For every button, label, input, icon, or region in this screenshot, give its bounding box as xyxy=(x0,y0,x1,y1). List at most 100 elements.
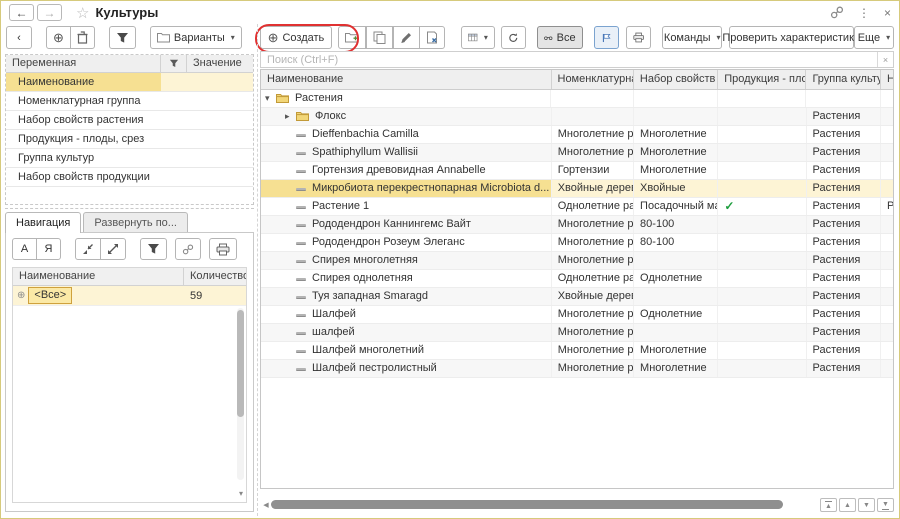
sort-desc-button[interactable]: Я xyxy=(36,238,61,260)
variable-row[interactable]: Продукция - плоды, срез xyxy=(6,130,253,149)
row-name-text: Микробиота перекрестнопарная Microbiota … xyxy=(312,180,549,197)
column-header-value[interactable]: Значение xyxy=(187,55,253,72)
column-header-variable[interactable]: Переменная xyxy=(6,55,161,72)
expand-node-icon[interactable]: ⊕ xyxy=(17,290,25,301)
column-header-5[interactable]: Набор свойств п. xyxy=(881,70,893,89)
column-settings-button[interactable]: ▾ xyxy=(461,26,494,49)
table-row[interactable]: ШалфейМноголетние ра...ОднолетниеРастени… xyxy=(261,306,893,324)
link-icon[interactable] xyxy=(830,6,844,19)
scrollbar-thumb[interactable] xyxy=(271,500,783,509)
commands-dropdown-button[interactable]: Команды▾ xyxy=(662,26,722,49)
menu-dots-icon[interactable]: ⋮ xyxy=(858,6,870,20)
print-navigation-button[interactable] xyxy=(209,238,237,260)
add-variable-button[interactable]: ⊕ xyxy=(46,26,71,49)
more-dropdown-button[interactable]: Еще▾ xyxy=(854,26,894,49)
scroll-left-arrow[interactable]: ◀ xyxy=(261,501,271,509)
column-header-count[interactable]: Количество xyxy=(184,268,246,285)
back-button[interactable]: ← xyxy=(9,4,34,21)
sort-asc-button[interactable]: А xyxy=(12,238,37,260)
horizontal-scrollbar[interactable]: ◀ ▶ xyxy=(261,499,831,510)
variable-row[interactable]: Набор свойств продукции xyxy=(6,168,253,187)
left-tabs: Навигация Развернуть по... xyxy=(5,212,254,233)
filter-variables-button[interactable] xyxy=(109,26,136,49)
table-row[interactable]: Рододендрон Каннингемс ВайтМноголетние р… xyxy=(261,216,893,234)
expand-all-button[interactable] xyxy=(100,238,126,260)
table-row[interactable]: Микробиота перекрестнопарная Microbiota … xyxy=(261,180,893,198)
close-button[interactable]: × xyxy=(884,6,891,20)
collapse-all-button[interactable] xyxy=(75,238,101,260)
row-name-text: Спирея однолетняя xyxy=(312,270,413,287)
copy-button[interactable] xyxy=(366,26,393,49)
copy-icon xyxy=(373,31,386,44)
variable-filter-cell xyxy=(161,168,187,186)
go-last-button[interactable]: ▼ xyxy=(877,498,894,512)
table-row[interactable]: ▾Растения xyxy=(261,90,893,108)
navigation-row-all[interactable]: ⊕ <Все> 59 xyxy=(13,286,246,306)
favorite-star-icon[interactable]: ☆ xyxy=(76,4,89,22)
column-header-0[interactable]: Наименование xyxy=(261,70,552,89)
column-header-name[interactable]: Наименование xyxy=(13,268,184,285)
table-row[interactable]: Рододендрон Розеум ЭлегансМноголетние ра… xyxy=(261,234,893,252)
delete-variable-button[interactable] xyxy=(70,26,95,49)
show-all-toggle[interactable]: Все xyxy=(537,26,582,49)
row-group-cell: Растения xyxy=(807,288,882,305)
column-header-4[interactable]: Группа культур xyxy=(806,70,881,89)
table-row[interactable]: Dieffenbachia CamillaМноголетние ра...Мн… xyxy=(261,126,893,144)
variable-row[interactable]: Номенклатурная группа xyxy=(6,92,253,111)
horizontal-splitter[interactable] xyxy=(5,208,254,209)
search-input[interactable] xyxy=(261,54,877,66)
variable-value xyxy=(187,168,253,186)
print-button[interactable] xyxy=(626,26,651,49)
tab-navigation[interactable]: Навигация xyxy=(5,212,81,233)
column-header-3[interactable]: Продукция - плоды, срез xyxy=(718,70,806,89)
table-corner-button[interactable]: ▾ xyxy=(239,489,243,498)
collapse-node-icon[interactable]: ▾ xyxy=(265,90,276,107)
filter-navigation-button[interactable] xyxy=(140,238,167,260)
set-interval-toggle[interactable] xyxy=(594,26,619,49)
row-nomenclature-cell: Хвойные дерев... xyxy=(552,288,634,305)
column-header-1[interactable]: Номенклатурна... xyxy=(552,70,634,89)
mark-deletion-button[interactable] xyxy=(419,26,445,49)
table-row[interactable]: Растение 1Однолетние ра...Посадочный ма.… xyxy=(261,198,893,216)
variable-row[interactable]: Набор свойств растения xyxy=(6,111,253,130)
collapse-panel-button[interactable]: ‹ xyxy=(6,26,32,49)
column-header-2[interactable]: Набор свойств ... xyxy=(634,70,718,89)
check-characteristics-button[interactable]: Проверить характеристики xyxy=(729,26,854,49)
search-clear-button[interactable]: × xyxy=(877,52,893,67)
refresh-button[interactable] xyxy=(501,26,526,49)
edit-button[interactable] xyxy=(393,26,420,49)
row-group-cell: Растения xyxy=(807,234,882,251)
go-first-button[interactable]: ▲ xyxy=(820,498,837,512)
variable-row[interactable]: Наименование xyxy=(6,73,253,92)
navigation-vscrollbar[interactable] xyxy=(237,308,244,480)
table-row[interactable]: Гортензия древовидная AnnabelleГортензии… xyxy=(261,162,893,180)
table-row[interactable]: Шалфей многолетнийМноголетние ра...Много… xyxy=(261,342,893,360)
item-icon xyxy=(296,296,306,299)
page-up-button[interactable]: ▲ xyxy=(839,498,856,512)
row-nomenclature-cell: Многолетние ра... xyxy=(552,234,634,251)
table-row[interactable]: Туя западная SmaragdХвойные дерев...Раст… xyxy=(261,288,893,306)
table-row[interactable]: ▸ФлоксРастения xyxy=(261,108,893,126)
create-group-button[interactable] xyxy=(338,26,366,49)
row-production-cell: ✓ xyxy=(718,198,806,215)
table-row[interactable]: Спирея однолетняяОднолетние ра...Однолет… xyxy=(261,270,893,288)
vertical-splitter[interactable] xyxy=(257,24,258,516)
table-row[interactable]: Шалфей пестролистныйМноголетние ра...Мно… xyxy=(261,360,893,378)
column-header-filter[interactable] xyxy=(161,55,187,72)
table-row[interactable]: Спирея многолетняяМноголетние ра...Расте… xyxy=(261,252,893,270)
create-button[interactable]: ⊕ Создать xyxy=(260,26,332,49)
variants-dropdown-button[interactable]: Варианты▾ xyxy=(150,26,242,49)
forward-button[interactable]: → xyxy=(37,4,62,21)
tab-expand-by[interactable]: Развернуть по... xyxy=(83,212,188,233)
table-row[interactable]: Spathiphyllum WallisiiМноголетние ра...М… xyxy=(261,144,893,162)
row-props-cell: Многолетние xyxy=(634,162,718,179)
item-icon xyxy=(296,332,306,335)
scrollbar-thumb[interactable] xyxy=(237,310,244,417)
link-navigation-button[interactable] xyxy=(175,238,201,260)
variable-row[interactable]: Группа культур xyxy=(6,149,253,168)
expand-node-icon[interactable]: ▸ xyxy=(285,108,296,125)
table-row[interactable]: шалфейМноголетние ра...Растения xyxy=(261,324,893,342)
row-props2-cell xyxy=(881,234,893,251)
row-production-cell xyxy=(718,90,806,107)
page-down-button[interactable]: ▼ xyxy=(858,498,875,512)
